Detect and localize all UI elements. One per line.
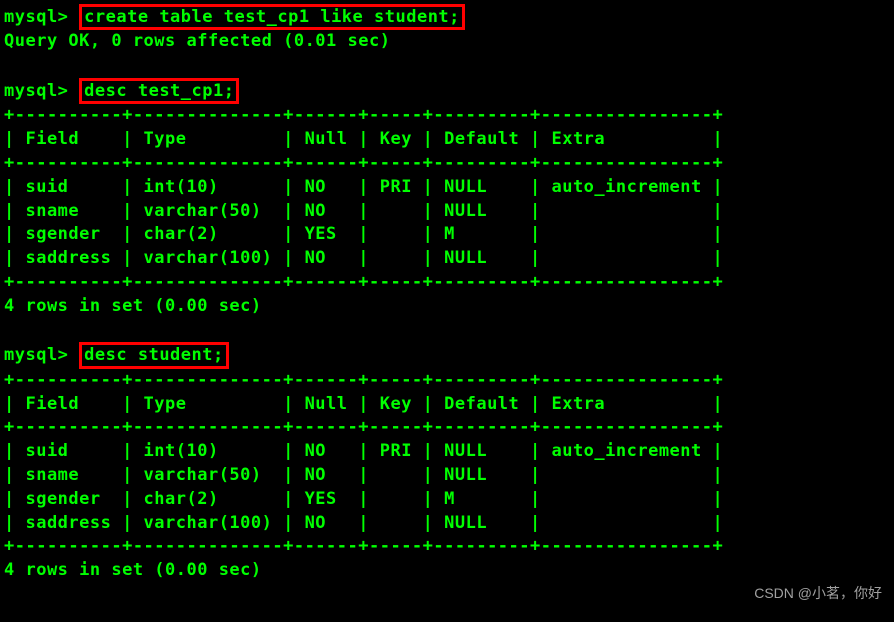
command-line-3: mysql> desc student; — [4, 342, 890, 368]
sql-desc-student-command: desc student; — [79, 342, 229, 368]
rows-in-set: 4 rows in set (0.00 sec) — [4, 559, 890, 583]
table-border-top: +----------+--------------+------+-----+… — [4, 369, 890, 393]
table-border-top: +----------+--------------+------+-----+… — [4, 104, 890, 128]
table-border-bottom: +----------+--------------+------+-----+… — [4, 535, 890, 559]
csdn-watermark: CSDN @小茗，你好 — [754, 584, 882, 604]
mysql-prompt: mysql> — [4, 81, 68, 101]
table-border-mid: +----------+--------------+------+-----+… — [4, 152, 890, 176]
table-row: | sgender | char(2) | YES | | M | | — [4, 488, 890, 512]
sql-desc-test-cp1-command: desc test_cp1; — [79, 78, 239, 104]
query-ok-response: Query OK, 0 rows affected (0.01 sec) — [4, 30, 890, 54]
table-row: | suid | int(10) | NO | PRI | NULL | aut… — [4, 176, 890, 200]
table-border-mid: +----------+--------------+------+-----+… — [4, 416, 890, 440]
table-row: | saddress | varchar(100) | NO | | NULL … — [4, 512, 890, 536]
table-row: | sname | varchar(50) | NO | | NULL | | — [4, 464, 890, 488]
command-line-2: mysql> desc test_cp1; — [4, 78, 890, 104]
table-border-bottom: +----------+--------------+------+-----+… — [4, 271, 890, 295]
mysql-prompt: mysql> — [4, 7, 68, 27]
table-row: | saddress | varchar(100) | NO | | NULL … — [4, 247, 890, 271]
table-header-row: | Field | Type | Null | Key | Default | … — [4, 393, 890, 417]
table-row: | sname | varchar(50) | NO | | NULL | | — [4, 200, 890, 224]
blank-line — [4, 319, 890, 343]
blank-line — [4, 54, 890, 78]
command-line-1: mysql> create table test_cp1 like studen… — [4, 4, 890, 30]
rows-in-set: 4 rows in set (0.00 sec) — [4, 295, 890, 319]
table-row: | sgender | char(2) | YES | | M | | — [4, 223, 890, 247]
table-row: | suid | int(10) | NO | PRI | NULL | aut… — [4, 440, 890, 464]
mysql-prompt: mysql> — [4, 345, 68, 365]
table-header-row: | Field | Type | Null | Key | Default | … — [4, 128, 890, 152]
sql-create-table-command: create table test_cp1 like student; — [79, 4, 465, 30]
